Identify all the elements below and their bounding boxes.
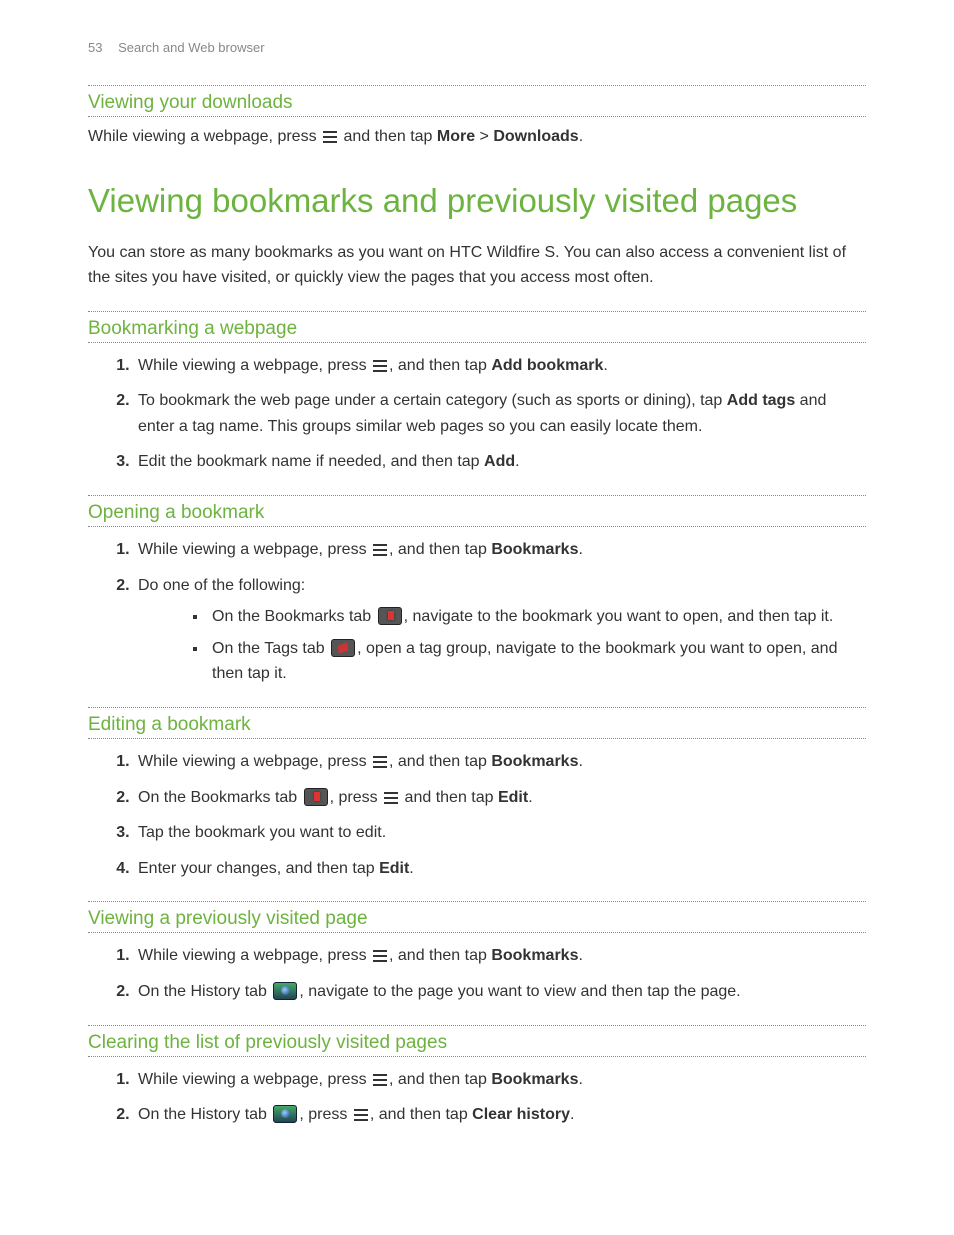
list-item: Do one of the following: On the Bookmark… [134, 573, 866, 687]
ordered-list: While viewing a webpage, press , and the… [88, 353, 866, 475]
heading-editing: Editing a bookmark [88, 707, 866, 739]
list-item: Edit the bookmark name if needed, and th… [134, 449, 866, 475]
page-header: 53 Search and Web browser [88, 40, 866, 55]
heading-bookmarking: Bookmarking a webpage [88, 311, 866, 343]
history-tab-icon [273, 982, 297, 1000]
document-page: 53 Search and Web browser Viewing your d… [0, 0, 954, 1204]
list-item: Tap the bookmark you want to edit. [134, 820, 866, 846]
list-item: To bookmark the web page under a certain… [134, 388, 866, 439]
paragraph: While viewing a webpage, press and then … [88, 125, 866, 150]
menu-icon [373, 756, 387, 768]
list-item: On the Bookmarks tab , navigate to the b… [208, 604, 866, 630]
list-item: On the History tab , press , and then ta… [134, 1102, 866, 1128]
list-item: While viewing a webpage, press , and the… [134, 353, 866, 379]
tags-tab-icon [331, 639, 355, 657]
list-item: While viewing a webpage, press , and the… [134, 537, 866, 563]
history-tab-icon [273, 1105, 297, 1123]
heading-main: Viewing bookmarks and previously visited… [88, 180, 866, 221]
list-item: On the Bookmarks tab , press and then ta… [134, 785, 866, 811]
ordered-list: While viewing a webpage, press , and the… [88, 749, 866, 881]
bookmarks-tab-icon [304, 788, 328, 806]
page-number: 53 [88, 40, 102, 55]
menu-icon [373, 360, 387, 372]
heading-viewing-prev: Viewing a previously visited page [88, 901, 866, 933]
bookmarks-tab-icon [378, 607, 402, 625]
bullet-list: On the Bookmarks tab , navigate to the b… [138, 604, 866, 687]
menu-icon [354, 1109, 368, 1121]
list-item: While viewing a webpage, press , and the… [134, 943, 866, 969]
list-item: While viewing a webpage, press , and the… [134, 749, 866, 775]
intro-paragraph: You can store as many bookmarks as you w… [88, 241, 866, 291]
ordered-list: While viewing a webpage, press , and the… [88, 537, 866, 687]
ordered-list: While viewing a webpage, press , and the… [88, 943, 866, 1004]
heading-clearing: Clearing the list of previously visited … [88, 1025, 866, 1057]
menu-icon [373, 544, 387, 556]
section-name: Search and Web browser [118, 40, 264, 55]
list-item: Enter your changes, and then tap Edit. [134, 856, 866, 882]
heading-viewing-downloads: Viewing your downloads [88, 85, 866, 117]
menu-icon [373, 950, 387, 962]
heading-opening: Opening a bookmark [88, 495, 866, 527]
ordered-list: While viewing a webpage, press , and the… [88, 1067, 866, 1128]
list-item: On the Tags tab , open a tag group, navi… [208, 636, 866, 687]
menu-icon [323, 131, 337, 143]
list-item: While viewing a webpage, press , and the… [134, 1067, 866, 1093]
list-item: On the History tab , navigate to the pag… [134, 979, 866, 1005]
menu-icon [373, 1074, 387, 1086]
menu-icon [384, 792, 398, 804]
